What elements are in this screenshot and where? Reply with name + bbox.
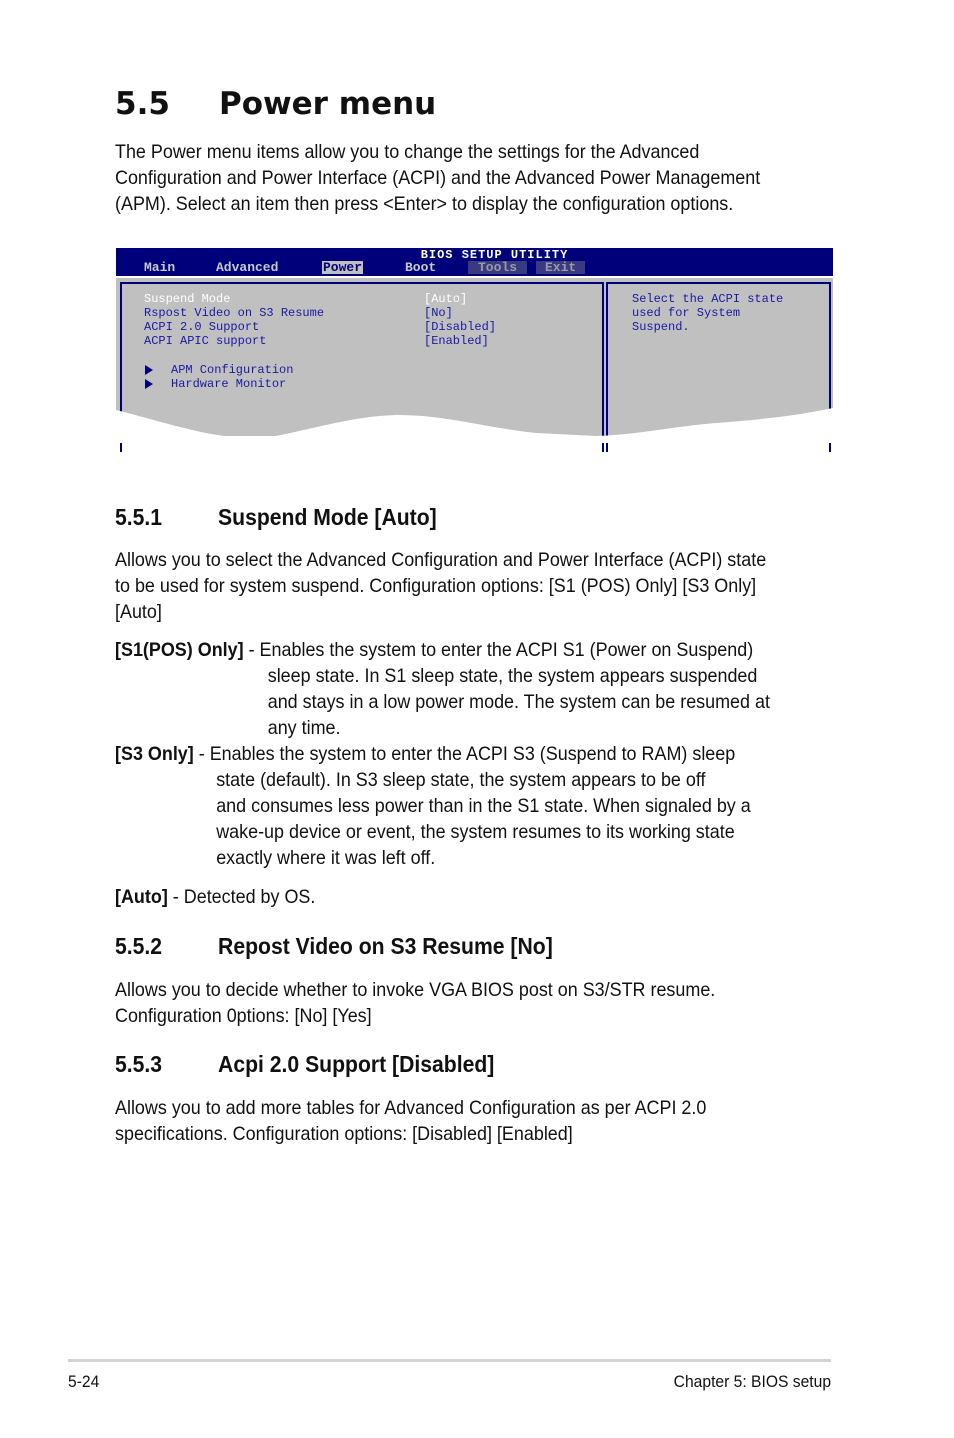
subsection-heading-5-5-1: 5.5.1 Suspend Mode [Auto] — [115, 504, 437, 531]
subsection-heading-5-5-3: 5.5.3 Acpi 2.0 Support [Disabled] — [115, 1051, 494, 1078]
help-line: Suspend. — [632, 320, 690, 334]
option-line: state (default). In S3 sleep state, the … — [216, 769, 706, 791]
subsection-number: 5.5.1 — [115, 504, 163, 530]
body-line: Allows you to add more tables for Advanc… — [115, 1097, 707, 1119]
option-line: and stays in a low power mode. The syste… — [267, 691, 770, 713]
subsection-title: Repost Video on S3 Resume [No] — [218, 933, 553, 959]
intro-paragraph: The Power menu items allow you to change… — [115, 139, 842, 217]
bios-screenshot: BIOS SETUP UTILITY Main Advanced Power B… — [116, 248, 833, 452]
bios-value-acpi-apic[interactable]: [Enabled] — [424, 334, 489, 348]
bios-submenu-apm[interactable]: APM Configuration — [171, 363, 293, 377]
subsection-number: 5.5.3 — [115, 1051, 163, 1077]
bios-item-acpi-apic[interactable]: ACPI APIC support — [144, 334, 266, 348]
option-s3-only: [S3 Only] - Enables the system to enter … — [115, 743, 751, 869]
subsection-number: 5.5.2 — [115, 933, 163, 959]
intro-line: (APM). Select an item then press <Enter>… — [115, 193, 734, 215]
bios-item-acpi20[interactable]: ACPI 2.0 Support — [144, 320, 259, 334]
body-line: to be used for system suspend. Configura… — [115, 575, 757, 597]
body-line: [Auto] — [115, 601, 162, 623]
option-term: [S3 Only] — [115, 743, 194, 765]
option-auto: [Auto] - Detected by OS. — [115, 886, 316, 908]
subsection-title: Acpi 2.0 Support [Disabled] — [218, 1051, 495, 1077]
subsection-body-5-5-2: Allows you to decide whether to invoke V… — [115, 977, 842, 1029]
bios-tab-power[interactable]: Power — [322, 261, 364, 274]
help-line: used for System — [632, 306, 741, 320]
page-title: 5.5 Power menu — [115, 86, 436, 122]
body-line: Allows you to decide whether to invoke V… — [115, 979, 716, 1001]
option-line: wake-up device or event, the system resu… — [216, 821, 735, 843]
section-number: 5.5 — [115, 86, 170, 122]
option-line: any time. — [267, 717, 341, 739]
bios-item-suspend-mode[interactable]: Suspend Mode — [144, 292, 230, 306]
bios-tab-exit[interactable]: Exit — [536, 261, 586, 274]
subsection-heading-5-5-2: 5.5.2 Repost Video on S3 Resume [No] — [115, 933, 553, 960]
bios-tab-tools[interactable]: Tools — [468, 261, 528, 274]
bios-item-repost-video[interactable]: Rspost Video on S3 Resume — [144, 306, 324, 320]
page-number: 5-24 — [68, 1372, 100, 1391]
option-s1-pos-only: [S1(POS) Only] - Enables the system to e… — [115, 639, 770, 739]
option-term: [S1(POS) Only] — [115, 639, 244, 661]
bios-tab-boot[interactable]: Boot — [404, 261, 437, 274]
footer-divider — [68, 1359, 831, 1362]
bios-value-repost-video[interactable]: [No] — [424, 306, 453, 320]
body-line: Configuration 0ptions: [No] [Yes] — [115, 1005, 372, 1027]
body-line: specifications. Configuration options: [… — [115, 1123, 573, 1145]
triangle-right-icon — [145, 365, 153, 375]
bios-tab-main[interactable]: Main — [143, 261, 176, 274]
bios-submenu-hardware-monitor[interactable]: Hardware Monitor — [171, 377, 286, 391]
torn-edge — [116, 408, 833, 443]
bios-tab-advanced[interactable]: Advanced — [215, 261, 279, 274]
option-line: and consumes less power than in the S1 s… — [216, 795, 751, 817]
option-line: Detected by OS. — [183, 886, 316, 908]
option-term: [Auto] — [115, 886, 168, 908]
intro-line: The Power menu items allow you to change… — [115, 141, 700, 163]
section-title: Power menu — [219, 86, 437, 122]
bios-help-text: Select the ACPI state used for System Susp… — [632, 292, 783, 334]
subsection-body-5-5-3: Allows you to add more tables for Advanc… — [115, 1095, 842, 1147]
help-line: Select the ACPI state — [632, 292, 784, 306]
body-line: Allows you to select the Advanced Config… — [115, 549, 767, 571]
subsection-body-5-5-1: Allows you to select the Advanced Config… — [115, 547, 842, 625]
chapter-label: Chapter 5: BIOS setup — [673, 1372, 831, 1391]
option-line: Enables the system to enter the ACPI S1 … — [259, 639, 754, 661]
bios-header: BIOS SETUP UTILITY Main Advanced Power B… — [116, 248, 833, 276]
bios-value-acpi20[interactable]: [Disabled] — [424, 320, 496, 334]
bios-value-suspend-mode[interactable]: [Auto] — [424, 292, 467, 306]
intro-line: Configuration and Power Interface (ACPI)… — [115, 167, 761, 189]
option-line: Enables the system to enter the ACPI S3 … — [209, 743, 736, 765]
option-line: sleep state. In S1 sleep state, the syst… — [267, 665, 758, 687]
triangle-right-icon — [145, 379, 153, 389]
subsection-title: Suspend Mode [Auto] — [218, 504, 437, 530]
option-line: exactly where it was left off. — [216, 847, 436, 869]
